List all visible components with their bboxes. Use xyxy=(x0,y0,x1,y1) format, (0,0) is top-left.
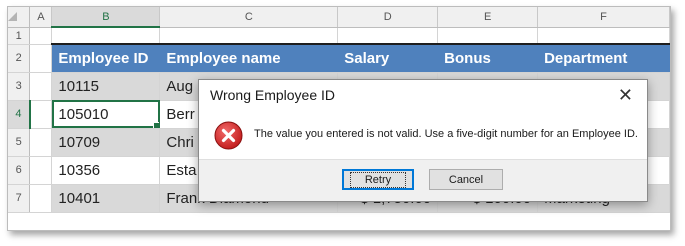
cell-b4-value: 105010 xyxy=(58,105,109,123)
cell-b3[interactable]: 10115 xyxy=(51,72,161,101)
column-header-e[interactable]: E xyxy=(437,7,539,28)
row-header-3[interactable]: 3 xyxy=(8,72,31,101)
cell-b1[interactable] xyxy=(51,27,161,45)
column-header-c[interactable]: C xyxy=(159,7,339,28)
cell-b6[interactable]: 10356 xyxy=(51,156,161,185)
cell-a7[interactable] xyxy=(29,184,53,213)
select-all-triangle-icon xyxy=(8,12,17,22)
cell-f1[interactable] xyxy=(537,27,670,45)
cell-b5[interactable]: 10709 xyxy=(51,128,161,157)
cell-c1[interactable] xyxy=(159,27,339,45)
cell-a6[interactable] xyxy=(29,156,53,185)
close-icon[interactable]: ✕ xyxy=(618,85,633,105)
column-header-f[interactable]: F xyxy=(537,7,670,28)
spreadsheet-window: A B C D E F 1 2 Employee ID Employee nam… xyxy=(7,6,671,231)
header-bonus[interactable]: Bonus xyxy=(437,43,539,73)
row-header-5[interactable]: 5 xyxy=(8,128,31,157)
cell-a1[interactable] xyxy=(29,27,53,45)
dialog-body: The value you entered is not valid. Use … xyxy=(199,111,647,159)
row-header-1[interactable]: 1 xyxy=(8,27,31,45)
row-header-4[interactable]: 4 xyxy=(8,100,31,129)
cell-d1[interactable] xyxy=(337,27,439,45)
dialog-message: The value you entered is not valid. Use … xyxy=(254,128,638,140)
column-header-a[interactable]: A xyxy=(29,7,53,28)
header-salary[interactable]: Salary xyxy=(337,43,439,73)
column-header-b[interactable]: B xyxy=(51,7,161,28)
dialog-title: Wrong Employee ID xyxy=(210,87,336,103)
retry-button[interactable]: Retry xyxy=(342,169,414,190)
cancel-button[interactable]: Cancel xyxy=(429,169,503,190)
row-header-7[interactable]: 7 xyxy=(8,184,31,213)
cell-a2[interactable] xyxy=(29,44,53,73)
cancel-button-label: Cancel xyxy=(448,173,484,186)
dialog-footer: Retry Cancel xyxy=(199,159,647,201)
column-header-d[interactable]: D xyxy=(337,7,439,28)
cell-b7[interactable]: 10401 xyxy=(51,184,161,213)
fill-handle[interactable] xyxy=(153,121,159,127)
header-employee-id[interactable]: Employee ID xyxy=(51,43,161,73)
cell-a5[interactable] xyxy=(29,128,53,157)
error-dialog: Wrong Employee ID ✕ The value you entere… xyxy=(198,79,648,202)
select-all-corner[interactable] xyxy=(8,7,31,28)
cell-e1[interactable] xyxy=(437,27,539,45)
retry-button-label: Retry xyxy=(349,171,407,188)
row-header-2[interactable]: 2 xyxy=(8,44,31,73)
row-header-6[interactable]: 6 xyxy=(8,156,31,185)
dialog-titlebar[interactable]: Wrong Employee ID ✕ xyxy=(199,80,647,111)
header-employee-name[interactable]: Employee name xyxy=(159,43,339,73)
cell-b4-active[interactable]: 105010 xyxy=(51,100,161,129)
header-department[interactable]: Department xyxy=(537,43,670,73)
error-icon xyxy=(214,121,243,150)
cell-a3[interactable] xyxy=(29,72,53,101)
cell-a4[interactable] xyxy=(29,100,53,129)
